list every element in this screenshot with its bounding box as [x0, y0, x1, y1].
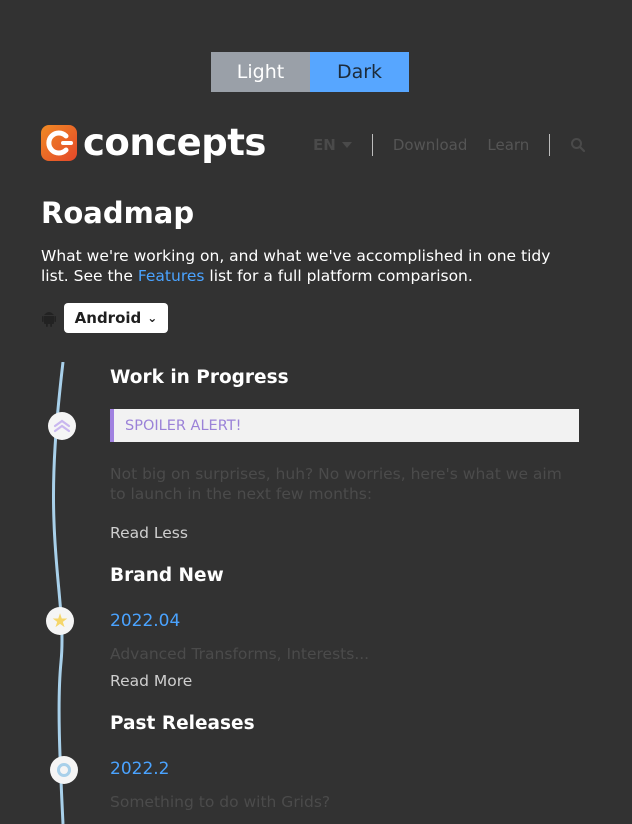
- dark-theme-button[interactable]: Dark: [310, 52, 409, 92]
- caret-down-icon: [341, 142, 352, 148]
- spoiler-alert: SPOILER ALERT!: [110, 409, 579, 442]
- language-label: EN: [313, 136, 336, 154]
- version-link-2022-04[interactable]: 2022.04: [110, 611, 180, 631]
- timeline: ★: [30, 362, 90, 824]
- concepts-logo-icon: [41, 125, 77, 161]
- light-theme-button[interactable]: Light: [211, 52, 310, 92]
- ring-icon: [56, 762, 72, 778]
- intro-text-end: list for a full platform comparison.: [204, 267, 473, 285]
- past-releases-title: Past Releases: [110, 713, 255, 734]
- concepts-logo[interactable]: concepts: [41, 124, 266, 162]
- learn-link[interactable]: Learn: [487, 136, 529, 154]
- top-nav: EN Download Learn: [313, 134, 586, 156]
- read-less-link[interactable]: Read Less: [110, 524, 188, 542]
- version-link-2022-2[interactable]: 2022.2: [110, 759, 169, 779]
- platform-picker: Android ⌄: [42, 303, 168, 333]
- past-release-description: Something to do with Grids?: [110, 793, 331, 811]
- logo-text: concepts: [83, 121, 266, 164]
- nav-divider: [549, 134, 551, 156]
- android-icon: [42, 309, 56, 327]
- brand-new-marker: ★: [46, 607, 74, 635]
- platform-selected-label: Android: [74, 309, 142, 327]
- chevrons-up-icon: [53, 419, 71, 433]
- read-more-link[interactable]: Read More: [110, 672, 192, 690]
- page-title: Roadmap: [41, 196, 195, 230]
- theme-toggle: Light Dark: [211, 52, 409, 92]
- search-icon[interactable]: [570, 137, 586, 153]
- star-icon: ★: [51, 609, 69, 632]
- platform-select[interactable]: Android ⌄: [64, 303, 168, 333]
- language-selector[interactable]: EN: [313, 136, 352, 154]
- wip-marker: [48, 412, 76, 440]
- wip-title: Work in Progress: [110, 367, 289, 388]
- past-releases-marker: [50, 756, 78, 784]
- spoiler-text: SPOILER ALERT!: [125, 417, 242, 434]
- download-link[interactable]: Download: [393, 136, 468, 154]
- page-intro: What we're working on, and what we've ac…: [41, 246, 581, 286]
- nav-divider: [371, 134, 373, 156]
- wip-description: Not big on surprises, huh? No worries, h…: [110, 465, 562, 503]
- chevron-down-icon: ⌄: [147, 311, 158, 325]
- brand-new-title: Brand New: [110, 565, 224, 586]
- brand-new-description: Advanced Transforms, Interests...: [110, 645, 370, 663]
- features-link[interactable]: Features: [138, 267, 205, 285]
